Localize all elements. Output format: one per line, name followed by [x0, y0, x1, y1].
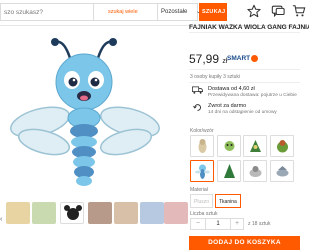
delivery-price: Dostawa od 4,60 zł [208, 86, 255, 92]
color-pattern-label: Kolor/wzór [190, 128, 214, 134]
product-title: FAJNIAK WAŻKA WIOLA GANG FAJNIAKÓW [189, 24, 309, 31]
quantity-stepper[interactable]: − 1 + [190, 218, 244, 230]
thumbnail[interactable] [88, 202, 112, 224]
quantity-available: z 18 sztuk [248, 221, 271, 227]
category-label: Pozostałe [161, 9, 188, 15]
chat-icon[interactable] [271, 4, 285, 18]
quantity-decrease-button[interactable]: − [191, 219, 205, 229]
smart-label: SMART [227, 55, 251, 63]
material-option-plush[interactable]: Pluszo [190, 194, 214, 208]
star-icon[interactable] [247, 4, 261, 18]
divider [189, 69, 300, 70]
search-input[interactable]: szo szukasz? [0, 3, 93, 21]
thumbnail[interactable] [6, 202, 30, 224]
product-main-image[interactable] [2, 30, 178, 188]
quantity-label: Liczba sztuk [190, 211, 218, 217]
return-policy: 14 dni na odstąpienie od umowy [208, 110, 277, 115]
delivery-estimate: Przewidywana dostawa: pojutrze u Ciebie [208, 93, 297, 98]
divider [189, 32, 300, 33]
free-return: Zwrot za darmo [208, 103, 247, 109]
thumbnail[interactable] [164, 202, 188, 224]
color-swatch[interactable] [270, 160, 294, 182]
category-select[interactable]: Pozostałe ⌄ [158, 3, 201, 21]
product-price: 57,99 zł [189, 52, 227, 66]
thumbnail-strip: ‹ [0, 202, 188, 246]
chevron-left-icon[interactable]: ‹ [0, 216, 2, 223]
price-value: 57,99 [189, 52, 220, 66]
add-to-cart-button[interactable]: DODAJ DO KOSZYKA [189, 236, 300, 250]
color-swatch[interactable] [243, 160, 267, 182]
divider [189, 82, 300, 83]
color-swatch[interactable] [243, 135, 267, 157]
info-dot-icon [251, 55, 259, 62]
thumbnail[interactable] [32, 202, 56, 224]
thumbnail[interactable] [140, 202, 164, 224]
color-swatch[interactable] [217, 135, 241, 157]
top-header: szo szukasz? szukaj wiele Pozostałe ⌄ SZ… [0, 0, 306, 26]
quantity-input[interactable]: 1 [205, 219, 231, 229]
color-swatch-selected[interactable] [190, 160, 214, 182]
thumbnail[interactable] [60, 202, 84, 224]
cart-icon[interactable] [292, 4, 306, 18]
thumbnail[interactable] [114, 202, 138, 224]
color-swatch[interactable] [190, 135, 214, 157]
search-button[interactable]: SZUKAJ [199, 3, 227, 21]
purchase-count: 3 osoby kupiły 3 sztuki [190, 74, 241, 80]
smart-badge[interactable]: SMART [227, 55, 259, 63]
material-label: Materiał [190, 187, 208, 193]
color-swatch[interactable] [217, 160, 241, 182]
return-icon [193, 104, 201, 111]
color-swatch[interactable] [270, 135, 294, 157]
quantity-increase-button[interactable]: + [231, 219, 243, 229]
truck-icon [192, 86, 203, 94]
search-scope-toggle[interactable]: szukaj wiele [93, 3, 158, 21]
material-option-fabric[interactable]: Tkanina [215, 194, 241, 208]
